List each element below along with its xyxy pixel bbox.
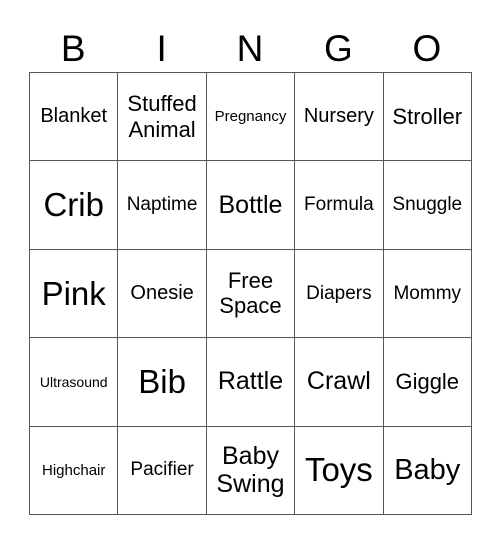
- bingo-row: Ultrasound Bib Rattle Crawl Giggle: [28, 337, 472, 427]
- bingo-cell[interactable]: Snuggle: [382, 160, 472, 250]
- bingo-cell[interactable]: Bottle: [205, 160, 296, 250]
- bingo-cell[interactable]: Crib: [28, 160, 119, 250]
- bingo-cell[interactable]: Diapers: [294, 248, 384, 339]
- bingo-header: B I N G O: [29, 26, 471, 72]
- bingo-cell[interactable]: Stuffed Animal: [117, 71, 207, 162]
- free-space-cell[interactable]: Free Space: [205, 248, 296, 339]
- header-letter-i: I: [156, 28, 167, 69]
- bingo-cell[interactable]: Toys: [294, 425, 384, 515]
- bingo-cell[interactable]: Pregnancy: [205, 71, 296, 162]
- bingo-cell[interactable]: Stroller: [382, 71, 472, 162]
- bingo-cell[interactable]: Naptime: [117, 160, 207, 250]
- header-letter-b: B: [60, 28, 86, 69]
- bingo-cell[interactable]: Pink: [28, 248, 119, 339]
- bingo-cell[interactable]: Crawl: [294, 337, 384, 427]
- bingo-cell[interactable]: Ultrasound: [28, 337, 119, 427]
- bingo-card: Blanket Stuffed Animal Pregnancy Nursery…: [28, 71, 472, 515]
- bingo-row: Crib Naptime Bottle Formula Snuggle: [28, 160, 472, 250]
- bingo-cell[interactable]: Bib: [117, 337, 207, 427]
- header-letter-o: O: [412, 28, 442, 69]
- bingo-cell[interactable]: Baby Swing: [205, 425, 296, 515]
- bingo-cell[interactable]: Onesie: [117, 248, 207, 339]
- bingo-cell[interactable]: Rattle: [205, 337, 296, 427]
- bingo-cell[interactable]: Formula: [294, 160, 384, 250]
- bingo-cell[interactable]: Pacifier: [117, 425, 207, 515]
- bingo-row: Highchair Pacifier Baby Swing Toys Baby: [28, 425, 472, 515]
- bingo-cell[interactable]: Giggle: [382, 337, 472, 427]
- bingo-cell[interactable]: Baby: [382, 425, 472, 515]
- bingo-cell[interactable]: Nursery: [294, 71, 384, 162]
- bingo-cell[interactable]: Blanket: [28, 71, 119, 162]
- bingo-cell[interactable]: Mommy: [382, 248, 472, 339]
- bingo-cell[interactable]: Highchair: [28, 425, 119, 515]
- header-letter-g: G: [324, 28, 353, 69]
- bingo-row: Blanket Stuffed Animal Pregnancy Nursery…: [28, 71, 472, 162]
- header-letter-n: N: [236, 28, 264, 69]
- bingo-row: Pink Onesie Free Space Diapers Mommy: [28, 248, 472, 339]
